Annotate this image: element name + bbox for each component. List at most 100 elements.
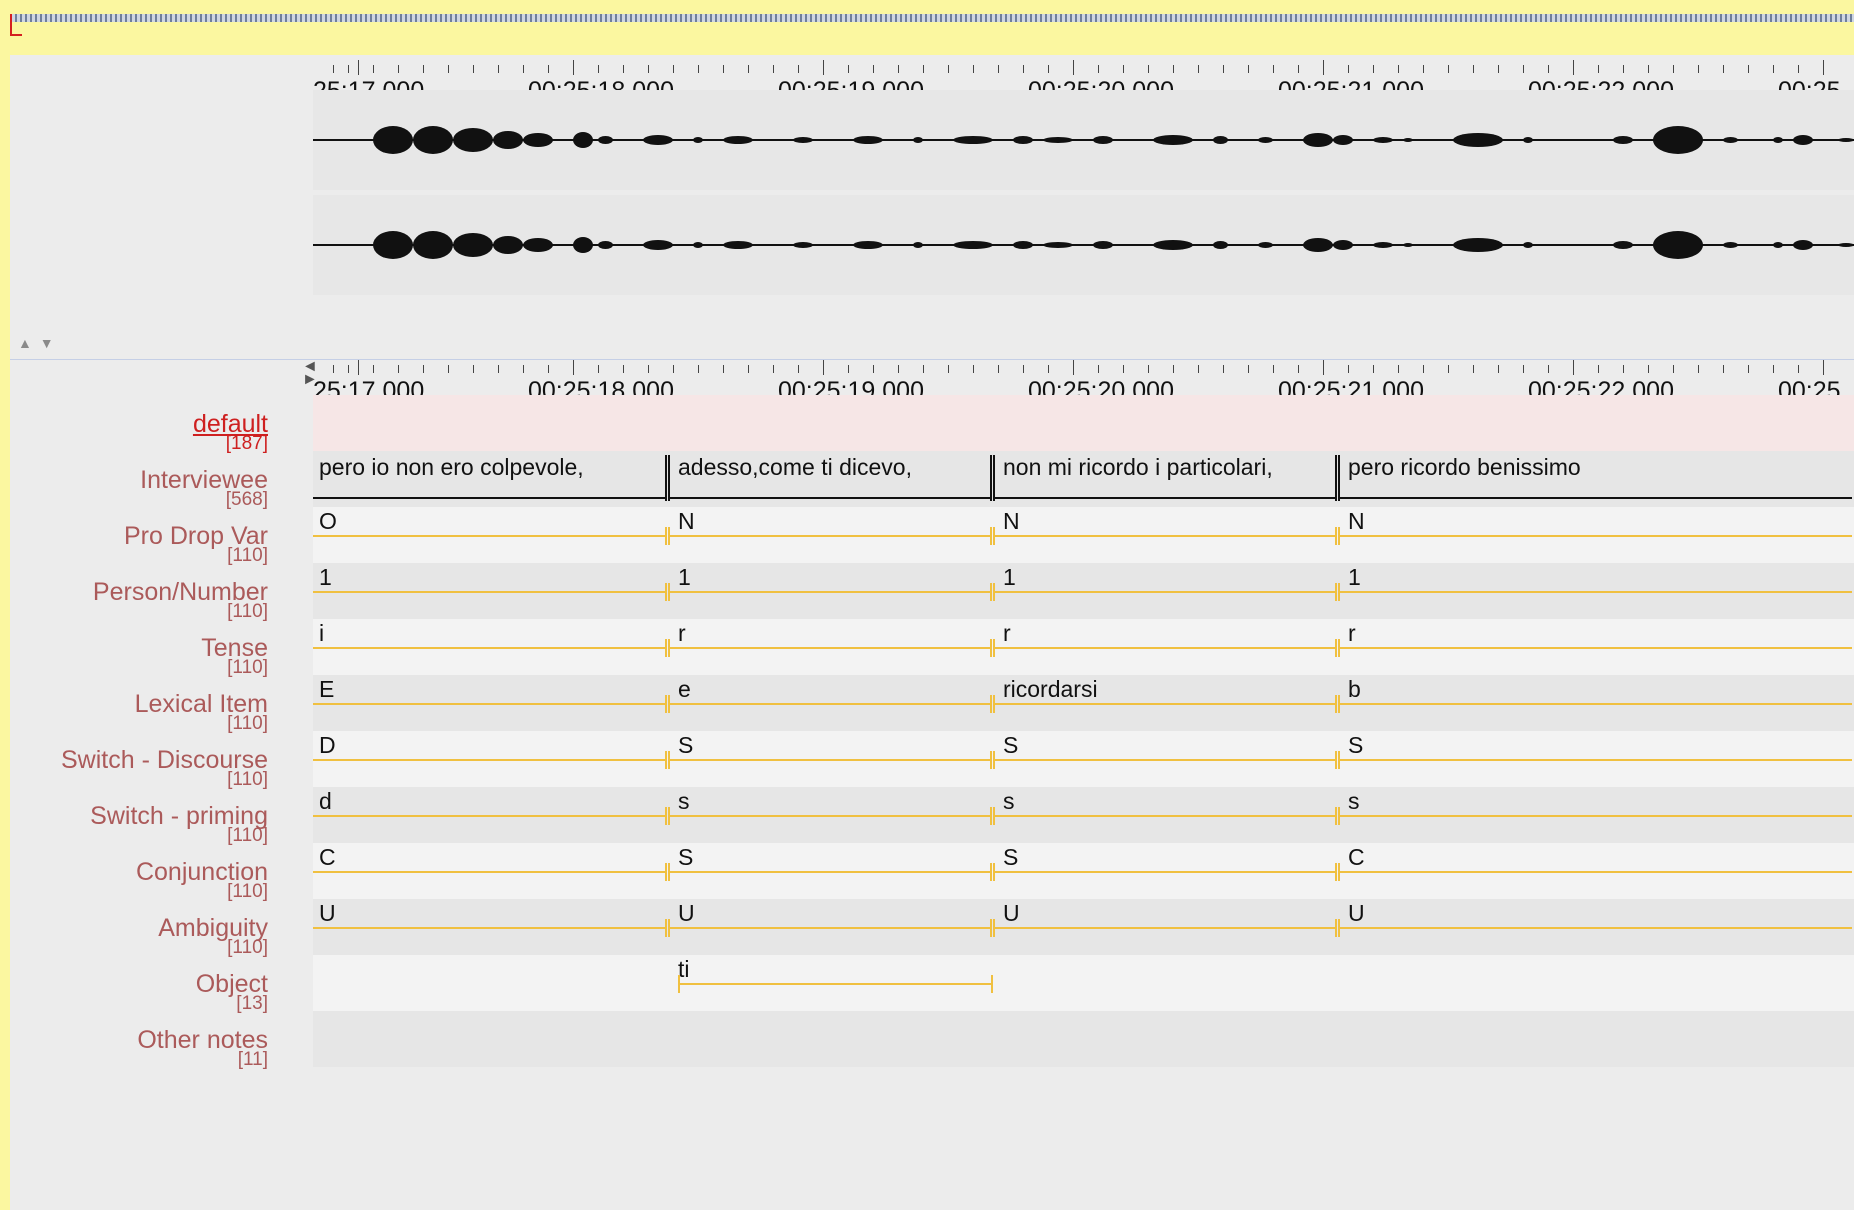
tier-annotation-count: [13] bbox=[236, 993, 268, 1014]
waveform-channel-1 bbox=[313, 90, 1854, 190]
tier-row-conjunction[interactable]: CSSC bbox=[313, 843, 1854, 899]
annotation-extent-line bbox=[670, 815, 991, 817]
annotation-person-number[interactable]: 1 bbox=[319, 565, 332, 589]
crosshair-handle-icon[interactable]: ◄ ► bbox=[302, 359, 318, 388]
annotation-interviewee[interactable]: pero io non ero colpevole, bbox=[319, 455, 584, 479]
scroll-arrows-icon[interactable]: ▲ ▼ bbox=[18, 335, 56, 351]
tier-row-interviewee[interactable]: pero io non ero colpevole, adesso,come ti… bbox=[313, 451, 1854, 507]
ruler-tick bbox=[398, 365, 399, 373]
annotation-interviewee[interactable]: adesso,come ti dicevo, bbox=[678, 455, 912, 479]
waveform-burst bbox=[373, 126, 413, 154]
annotation-boundary bbox=[668, 527, 670, 545]
waveform-burst bbox=[1013, 136, 1033, 144]
annotation-pro-drop-var[interactable]: N bbox=[678, 509, 695, 533]
annotation-boundary bbox=[668, 639, 670, 657]
annotation-switch-discourse[interactable]: S bbox=[1003, 733, 1018, 757]
tier-annotation-count: [187] bbox=[225, 433, 268, 454]
ruler-tick bbox=[1673, 365, 1674, 373]
annotation-switch-discourse[interactable]: S bbox=[678, 733, 693, 757]
annotation-switch-discourse[interactable]: S bbox=[1348, 733, 1363, 757]
annotation-tense[interactable]: r bbox=[1003, 621, 1011, 645]
annotation-extent-line bbox=[313, 871, 666, 873]
tier-row-default[interactable] bbox=[313, 395, 1854, 451]
annotation-person-number[interactable]: 1 bbox=[1003, 565, 1016, 589]
annotation-boundary bbox=[668, 751, 670, 769]
ruler-tick bbox=[1348, 65, 1349, 73]
ruler-tick bbox=[333, 365, 334, 373]
waveform-burst bbox=[1373, 137, 1393, 143]
annotation-lexical-item[interactable]: b bbox=[1348, 677, 1361, 701]
annotation-extent-line bbox=[670, 591, 991, 593]
annotation-tense[interactable]: r bbox=[1348, 621, 1356, 645]
annotation-tense[interactable]: r bbox=[678, 621, 686, 645]
ruler-tick bbox=[1248, 65, 1249, 73]
ruler-tick bbox=[623, 65, 624, 73]
ruler-tick bbox=[498, 365, 499, 373]
ruler-tick bbox=[1098, 365, 1099, 373]
annotation-pro-drop-var[interactable]: N bbox=[1348, 509, 1365, 533]
tier-label-other-notes[interactable]: Other notes bbox=[10, 1028, 268, 1053]
annotation-switch-discourse[interactable]: D bbox=[319, 733, 336, 757]
annotation-conjunction[interactable]: C bbox=[1348, 845, 1365, 869]
annotation-boundary bbox=[665, 695, 667, 713]
waveform-burst bbox=[573, 132, 593, 148]
ruler-tick bbox=[798, 365, 799, 373]
tier-row-switch-priming[interactable]: dsss bbox=[313, 787, 1854, 843]
annotation-ambiguity[interactable]: U bbox=[678, 901, 695, 925]
waveform-burst bbox=[573, 237, 593, 253]
annotation-conjunction[interactable]: S bbox=[678, 845, 693, 869]
tier-row-tense[interactable]: irrr bbox=[313, 619, 1854, 675]
annotation-switch-priming[interactable]: s bbox=[678, 789, 690, 813]
ruler-tick bbox=[1648, 365, 1649, 373]
ruler-tick bbox=[1448, 65, 1449, 73]
annotation-ambiguity[interactable]: U bbox=[1348, 901, 1365, 925]
annotation-pro-drop-var[interactable]: O bbox=[319, 509, 337, 533]
ruler-tick bbox=[448, 65, 449, 73]
tier-row-object[interactable]: ti bbox=[313, 955, 1854, 1011]
tier-label-object[interactable]: Object bbox=[10, 972, 268, 997]
ruler-tick bbox=[823, 360, 824, 375]
annotation-extent-line bbox=[1340, 497, 1852, 499]
annotation-boundary bbox=[990, 863, 992, 881]
annotation-ambiguity[interactable]: U bbox=[1003, 901, 1020, 925]
annotation-lexical-item[interactable]: E bbox=[319, 677, 334, 701]
annotation-lexical-item[interactable]: e bbox=[678, 677, 691, 701]
annotation-switch-priming[interactable]: s bbox=[1348, 789, 1360, 813]
annotation-person-number[interactable]: 1 bbox=[1348, 565, 1361, 589]
waveform-burst bbox=[1333, 240, 1353, 250]
ruler-tick bbox=[973, 365, 974, 373]
annotation-extent-line bbox=[1340, 591, 1852, 593]
annotation-ambiguity[interactable]: U bbox=[319, 901, 336, 925]
annotation-extent-line bbox=[995, 815, 1336, 817]
waveform-burst bbox=[453, 128, 493, 152]
annotation-boundary bbox=[1335, 695, 1337, 713]
waveform-burst bbox=[1333, 135, 1353, 145]
waveform-burst bbox=[1093, 136, 1113, 144]
ruler-tick bbox=[1548, 365, 1549, 373]
annotation-pro-drop-var[interactable]: N bbox=[1003, 509, 1020, 533]
ruler-tick bbox=[1573, 60, 1574, 75]
tier-annotation-count: [568] bbox=[225, 489, 268, 510]
annotation-person-number[interactable]: 1 bbox=[678, 565, 691, 589]
waveform-burst bbox=[1613, 136, 1633, 144]
ruler-tick bbox=[1048, 365, 1049, 373]
annotation-tense[interactable]: i bbox=[319, 621, 324, 645]
annotation-switch-priming[interactable]: s bbox=[1003, 789, 1015, 813]
ruler-tick bbox=[898, 65, 899, 73]
annotation-interviewee[interactable]: non mi ricordo i particolari, bbox=[1003, 455, 1273, 479]
ruler-tick bbox=[1748, 365, 1749, 373]
tier-row-switch-discourse[interactable]: DSSS bbox=[313, 731, 1854, 787]
tier-row-person-number[interactable]: 1 1 1 1 bbox=[313, 563, 1854, 619]
annotation-lexical-item[interactable]: ricordarsi bbox=[1003, 677, 1098, 701]
annotation-conjunction[interactable]: C bbox=[319, 845, 336, 869]
tier-row-lexical-item[interactable]: Ee ricordarsi b bbox=[313, 675, 1854, 731]
waveform-burst bbox=[1838, 243, 1854, 247]
annotation-conjunction[interactable]: S bbox=[1003, 845, 1018, 869]
ruler-tick bbox=[1623, 65, 1624, 73]
annotation-switch-priming[interactable]: d bbox=[319, 789, 332, 813]
annotation-boundary bbox=[991, 975, 993, 993]
tier-row-pro-drop-var[interactable]: ONNN bbox=[313, 507, 1854, 563]
tier-row-ambiguity[interactable]: UUUU bbox=[313, 899, 1854, 955]
tier-row-other-notes[interactable] bbox=[313, 1011, 1854, 1067]
annotation-interviewee[interactable]: pero ricordo benissimo bbox=[1348, 455, 1581, 479]
